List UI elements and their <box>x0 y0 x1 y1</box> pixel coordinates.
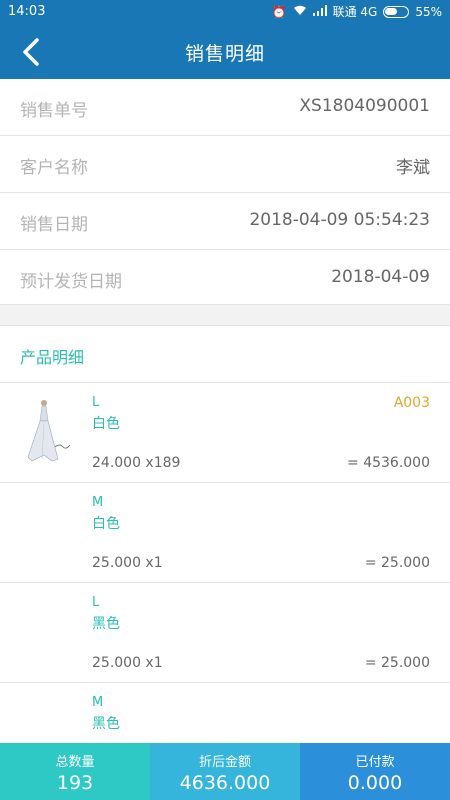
item-color: 黑色 <box>92 616 120 632</box>
item-amount: = 25.000 <box>364 655 430 671</box>
app-header: 销售明细 <box>0 25 450 79</box>
item-qty-price: 25.000 x1 <box>92 655 163 671</box>
info-label: 销售单号 <box>20 101 88 121</box>
page-title: 销售明细 <box>184 43 265 65</box>
battery-icon <box>383 5 410 18</box>
item-qty-price: 24.000 x189 <box>92 455 181 471</box>
signal-icon <box>312 4 327 19</box>
alarm-icon: ⏰ <box>271 4 287 19</box>
section-title: 产品明细 <box>20 348 85 367</box>
info-row-customer: 客户名称 李斌 <box>0 136 450 193</box>
total-qty-cell: 总数量 193 <box>0 743 150 800</box>
paid-label: 已付款 <box>355 755 395 770</box>
product-item[interactable]: L 白色 A003 24.000 x189 = 4536.000 <box>0 383 450 483</box>
item-color: 黑色 <box>92 716 120 732</box>
status-icons: ⏰ 联通 4G 55% <box>272 3 442 20</box>
paid-cell: 已付款 0.000 <box>300 743 450 800</box>
section-header: 产品明细 <box>0 326 450 383</box>
product-item[interactable]: M 白色 25.000 x1 = 25.000 <box>0 483 450 583</box>
info-label: 预计发货日期 <box>20 272 122 292</box>
battery-percent: 55% <box>415 4 442 19</box>
paid-value: 0.000 <box>347 772 403 794</box>
discount-amount-value: 4636.000 <box>179 772 271 794</box>
info-value: 李斌 <box>396 158 430 178</box>
item-color: 白色 <box>92 416 120 432</box>
total-qty-label: 总数量 <box>55 755 95 770</box>
status-time: 14:03 <box>8 4 46 19</box>
wifi-icon <box>293 4 307 19</box>
item-size: L <box>92 395 100 410</box>
item-code: A003 <box>393 395 430 411</box>
item-color: 白色 <box>92 516 120 532</box>
carrier-label: 联通 4G <box>332 5 378 19</box>
item-amount: = 25.000 <box>364 555 430 571</box>
item-amount: = 4536.000 <box>347 455 430 471</box>
discount-amount-label: 折后金额 <box>198 755 251 770</box>
summary-footer: 总数量 193 折后金额 4636.000 已付款 0.000 <box>0 743 450 800</box>
info-row-sale-date: 销售日期 2018-04-09 05:54:23 <box>0 193 450 250</box>
product-detail-section: 产品明细 L 白色 A003 24.000 x189 = 4536.000 M … <box>0 325 450 800</box>
total-qty-value: 193 <box>56 772 94 794</box>
info-row-order-no: 销售单号 XS1804090001 <box>0 79 450 136</box>
status-bar: 14:03 ⏰ 联通 4G 55% <box>0 0 450 25</box>
product-item[interactable]: L 黑色 25.000 x1 = 25.000 <box>0 583 450 683</box>
info-row-ship-date: 预计发货日期 2018-04-09 <box>0 250 450 305</box>
info-value: 2018-04-09 <box>331 267 430 287</box>
item-size: M <box>92 695 104 710</box>
item-qty-price: 25.000 x1 <box>92 555 163 571</box>
info-label: 销售日期 <box>20 215 88 235</box>
info-label: 客户名称 <box>20 158 88 178</box>
info-value: XS1804090001 <box>299 96 430 116</box>
info-value: 2018-04-09 05:54:23 <box>249 210 430 230</box>
dress-image <box>27 400 71 462</box>
order-info: 销售单号 XS1804090001 客户名称 李斌 销售日期 2018-04-0… <box>0 79 450 305</box>
item-size: M <box>92 495 104 510</box>
discount-amount-cell: 折后金额 4636.000 <box>150 743 300 800</box>
item-size: L <box>92 595 100 610</box>
